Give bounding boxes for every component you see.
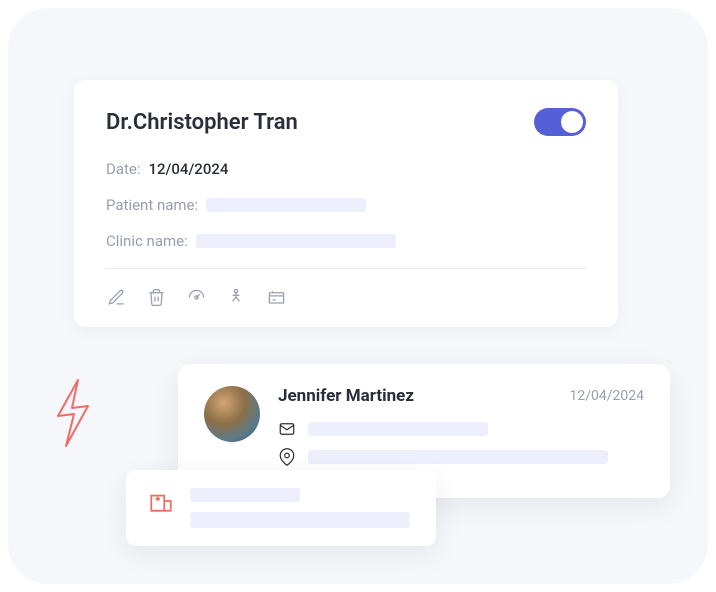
patient-name-field: Patient name: xyxy=(106,196,586,214)
gauge-icon[interactable] xyxy=(186,287,206,307)
clinic-card xyxy=(126,470,436,546)
main-panel: Dr.Christopher Tran Date: 12/04/2024 Pat… xyxy=(8,8,708,584)
hospital-icon xyxy=(148,488,174,518)
edit-icon[interactable] xyxy=(106,287,126,307)
patient-name: Jennifer Martinez xyxy=(278,386,414,406)
patient-date: 12/04/2024 xyxy=(570,388,645,404)
email-placeholder xyxy=(308,422,488,436)
location-row xyxy=(278,448,644,466)
patient-info: Jennifer Martinez 12/04/2024 xyxy=(278,386,644,476)
trash-icon[interactable] xyxy=(146,287,166,307)
clinic-content xyxy=(190,488,414,528)
doctor-header: Dr.Christopher Tran xyxy=(106,108,586,136)
date-label: Date: xyxy=(106,160,141,178)
toggle-knob xyxy=(561,111,583,133)
person-icon[interactable] xyxy=(226,287,246,307)
clinic-name-placeholder xyxy=(196,234,396,248)
date-value: 12/04/2024 xyxy=(149,160,229,178)
avatar xyxy=(204,386,260,442)
toolbar xyxy=(106,287,586,307)
clinic-name-label: Clinic name: xyxy=(106,232,188,250)
patient-name-placeholder xyxy=(206,198,366,212)
location-placeholder xyxy=(308,450,608,464)
patient-name-label: Patient name: xyxy=(106,196,198,214)
doctor-card: Dr.Christopher Tran Date: 12/04/2024 Pat… xyxy=(74,80,618,327)
clinic-line-2 xyxy=(190,512,410,528)
status-toggle[interactable] xyxy=(534,108,586,136)
doctor-name: Dr.Christopher Tran xyxy=(106,110,298,135)
divider xyxy=(106,268,586,269)
patient-top-row: Jennifer Martinez 12/04/2024 xyxy=(278,386,644,406)
email-row xyxy=(278,420,644,438)
patient-header: Jennifer Martinez 12/04/2024 xyxy=(204,386,644,476)
lightning-decoration xyxy=(48,378,96,448)
clinic-line-1 xyxy=(190,488,300,502)
card-icon[interactable] xyxy=(266,287,286,307)
clinic-name-field: Clinic name: xyxy=(106,232,586,250)
date-field: Date: 12/04/2024 xyxy=(106,160,586,178)
mail-icon xyxy=(278,420,296,438)
location-icon xyxy=(278,448,296,466)
